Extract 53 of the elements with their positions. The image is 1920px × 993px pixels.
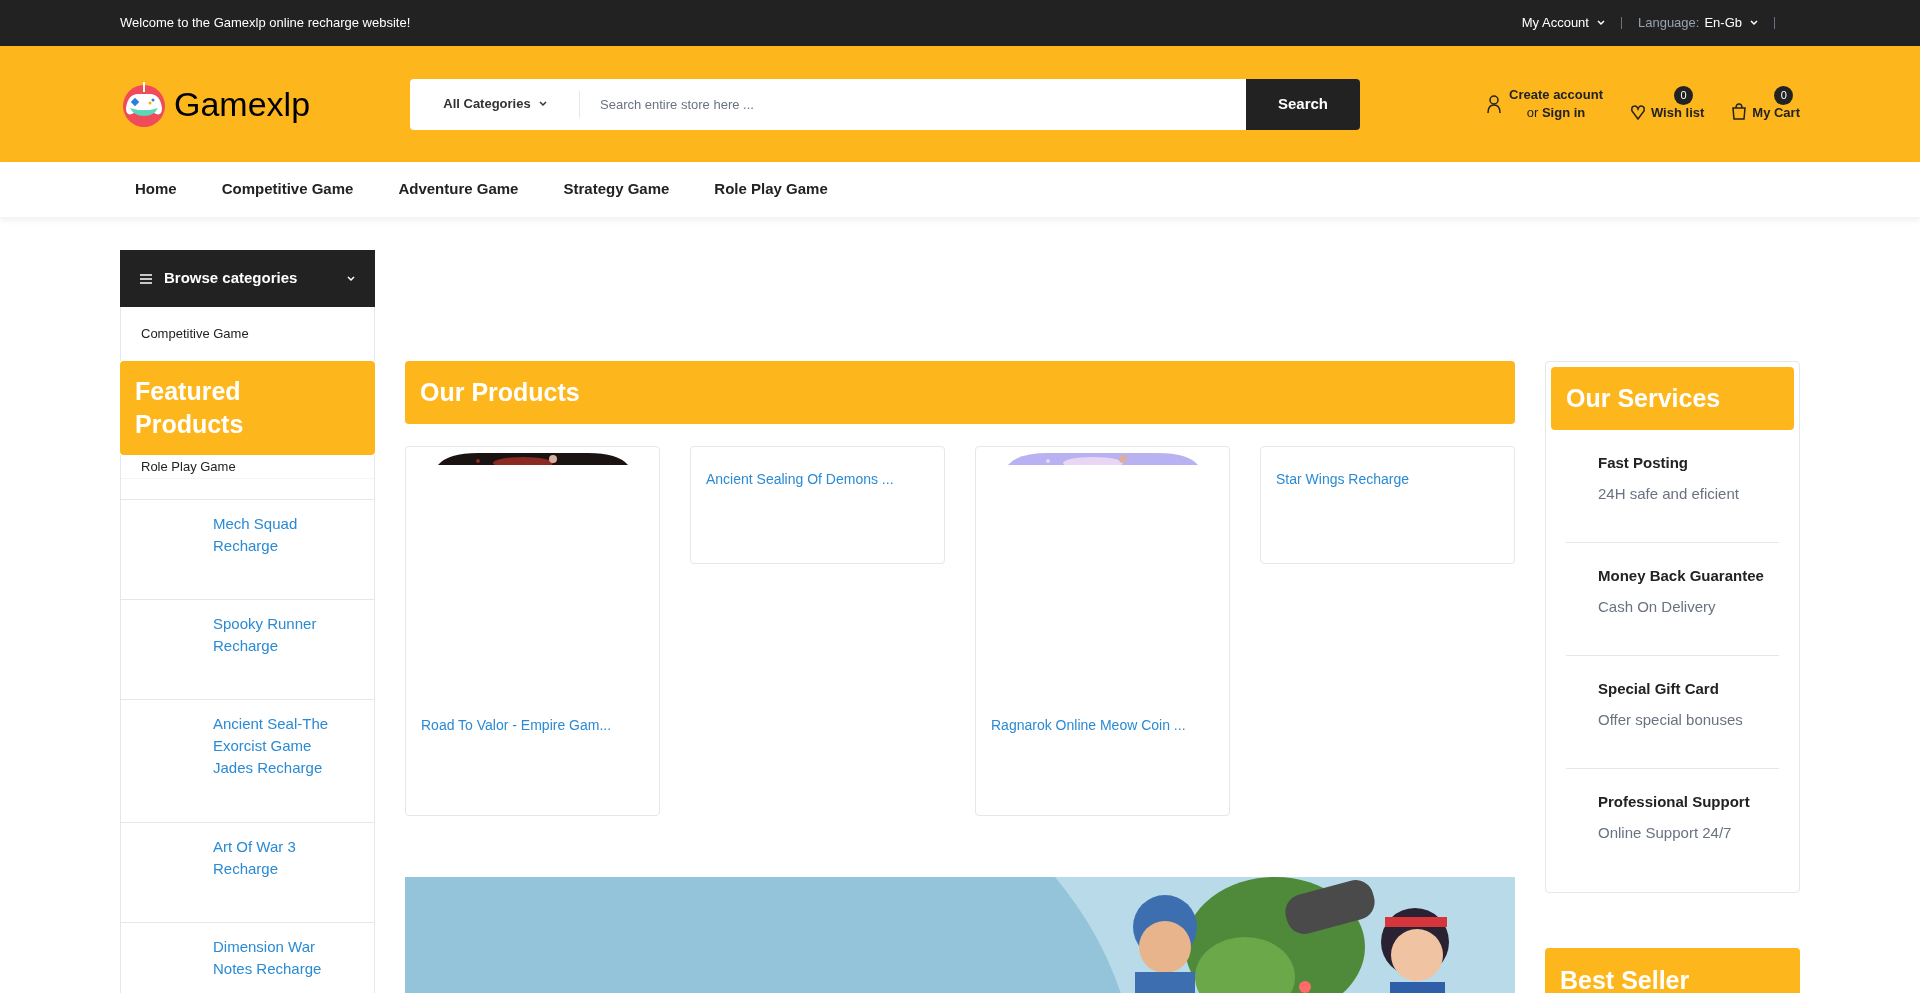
service-subtitle: Offer special bonuses (1598, 709, 1744, 730)
product-link[interactable]: Art Of War 3 Recharge (213, 836, 354, 880)
create-account-link[interactable]: Create account (1509, 86, 1603, 104)
nav-link[interactable]: Home (120, 178, 192, 201)
product-link[interactable]: Mech Squad Recharge (213, 513, 354, 557)
language-menu[interactable]: En-Gb (1704, 13, 1758, 33)
sign-in-link[interactable]: Sign in (1541, 105, 1586, 120)
count-badge: 0 (1673, 86, 1693, 105)
welcome-text: Welcome to the Gamexlp online recharge website! (120, 14, 411, 33)
language-label: Language: (1637, 14, 1700, 33)
category-item[interactable]: Competitive Game (121, 307, 374, 361)
product-link[interactable]: Ancient Sealing Of Demons ... (691, 469, 944, 490)
caret-icon (1750, 20, 1758, 26)
service-subtitle: 24H safe and eficient (1598, 483, 1740, 504)
service-title: Fast Posting (1598, 453, 1689, 473)
product-link[interactable]: Dimension War Notes Recharge (213, 936, 354, 980)
logo-text: Gamexlp (174, 83, 311, 125)
search-button[interactable]: Search (1246, 78, 1360, 130)
cart-icon (1732, 102, 1747, 122)
search-field[interactable]: Search entire store here ... (580, 78, 1246, 130)
product-link[interactable]: Ragnarok Online Meow Coin ... (976, 715, 1229, 736)
service-subtitle: Online Support 24/7 (1598, 822, 1733, 843)
account-menu[interactable]: My Account (1521, 13, 1605, 33)
service-title: Professional Support (1598, 792, 1751, 812)
category-item[interactable]: Role Play Game (121, 455, 374, 479)
heart-icon (1630, 102, 1645, 122)
wishlist-link[interactable]: Wish list 0 (1630, 86, 1705, 122)
nav-link[interactable]: Competitive Game (206, 178, 369, 201)
nav-link[interactable]: Adventure Game (383, 178, 534, 201)
caret-icon (1596, 20, 1605, 26)
service-title: Money Back Guarantee (1598, 566, 1765, 586)
caret-icon (347, 275, 355, 282)
menu-icon (140, 272, 152, 285)
or-text: or (1526, 105, 1539, 120)
caret-icon (538, 101, 547, 107)
browse-categories-header[interactable]: Browse categories (120, 250, 375, 307)
product-link[interactable]: Road To Valor - Empire Gam... (406, 715, 659, 736)
count-badge: 0 (1774, 86, 1794, 105)
featured-products-header: Featured Products (120, 361, 375, 455)
cart-link[interactable]: My Cart 0 (1732, 86, 1800, 122)
nav-link[interactable]: Role Play Game (699, 178, 843, 201)
service-subtitle: Cash On Delivery (1598, 596, 1717, 617)
our-products-header: Our Products (405, 361, 1515, 424)
category-select[interactable]: All Categories (410, 78, 580, 130)
our-services-header: Our Services (1551, 367, 1794, 430)
product-link[interactable]: Spooky Runner Recharge (213, 613, 354, 657)
user-icon (1487, 94, 1502, 114)
gamepad-logo-icon (120, 80, 168, 128)
best-seller-header: Best Seller (1545, 948, 1800, 993)
product-link[interactable]: Star Wings Recharge (1261, 469, 1514, 490)
nav-link[interactable]: Strategy Game (548, 178, 685, 201)
product-link[interactable]: Ancient Seal-The Exorcist Game Jades Recharge (213, 713, 354, 779)
service-title: Special Gift Card (1598, 679, 1720, 699)
